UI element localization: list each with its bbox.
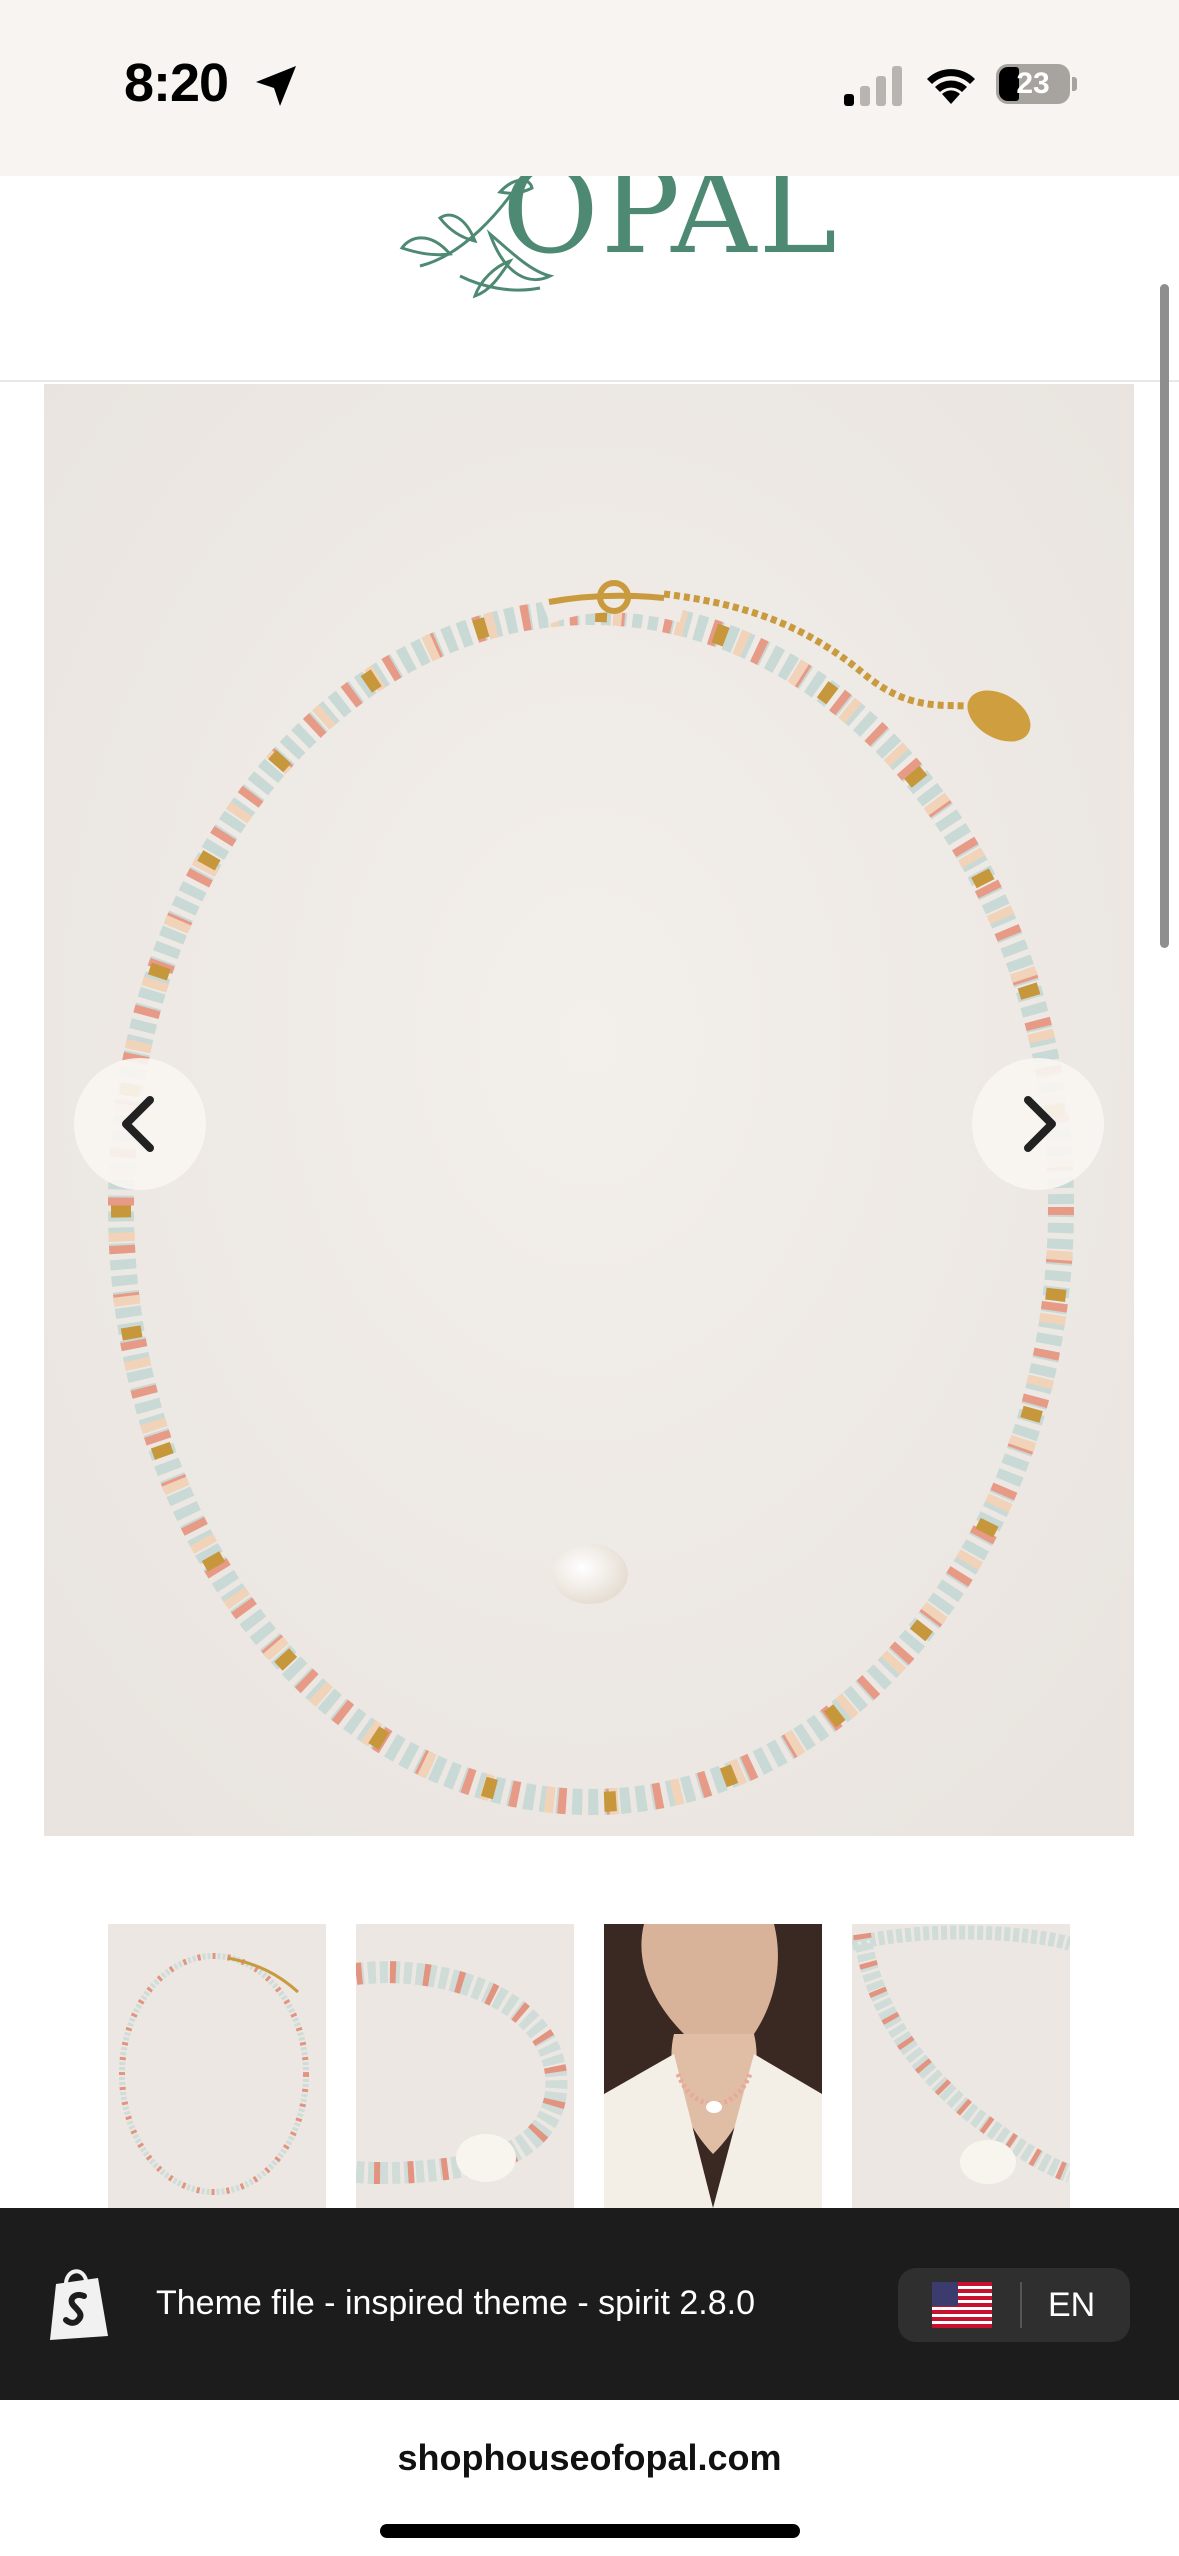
language-divider [1020, 2282, 1022, 2328]
previous-image-button[interactable] [74, 1058, 206, 1190]
theme-info-text: Theme file - inspired theme - spirit 2.8… [156, 2284, 756, 2322]
browser-address-bar[interactable]: shophouseofopal.com [0, 2400, 1179, 2556]
thumbnail-1-image [119, 1953, 309, 2195]
shopify-bag-icon [50, 2269, 108, 2340]
site-header: OPAL [0, 176, 1179, 382]
thumbnail-4-image [852, 1925, 1070, 2184]
thumbnail-necklace-detail[interactable] [356, 1924, 574, 2208]
shopify-preview-bar: Theme file - inspired theme - spirit 2.8… [0, 2208, 1179, 2400]
url-text[interactable]: shophouseofopal.com [0, 2434, 1179, 2482]
thumbnail-necklace-worn[interactable] [604, 1924, 822, 2208]
thumbnail-necklace-full[interactable] [108, 1924, 326, 2208]
page-scrollbar[interactable] [1160, 284, 1169, 948]
necklace-illustration [44, 384, 1134, 1836]
battery-level: 23 [1016, 67, 1050, 100]
product-main-image[interactable] [44, 384, 1134, 1836]
language-code: EN [1048, 2286, 1096, 2324]
location-arrow-icon [256, 66, 296, 106]
wifi-icon [927, 69, 975, 104]
status-time: 8:20 [124, 53, 229, 113]
home-indicator[interactable] [380, 2524, 800, 2538]
status-bar: 8:20 23 [0, 0, 1179, 176]
next-image-button[interactable] [972, 1058, 1104, 1190]
us-flag-icon [932, 2282, 992, 2328]
cellular-signal-icon [844, 66, 902, 106]
thumbnail-3-image [604, 1924, 822, 2208]
chevron-left-icon [122, 1096, 154, 1152]
logo-wordmark: OPAL [502, 176, 839, 280]
store-logo[interactable]: OPAL [380, 176, 837, 306]
language-selector[interactable]: EN [898, 2268, 1130, 2342]
thumbnail-2-image [356, 1961, 568, 2185]
thumbnail-necklace-closeup[interactable] [852, 1924, 1070, 2208]
battery-icon: 23 [996, 60, 1078, 108]
chevron-right-icon [1024, 1096, 1056, 1152]
